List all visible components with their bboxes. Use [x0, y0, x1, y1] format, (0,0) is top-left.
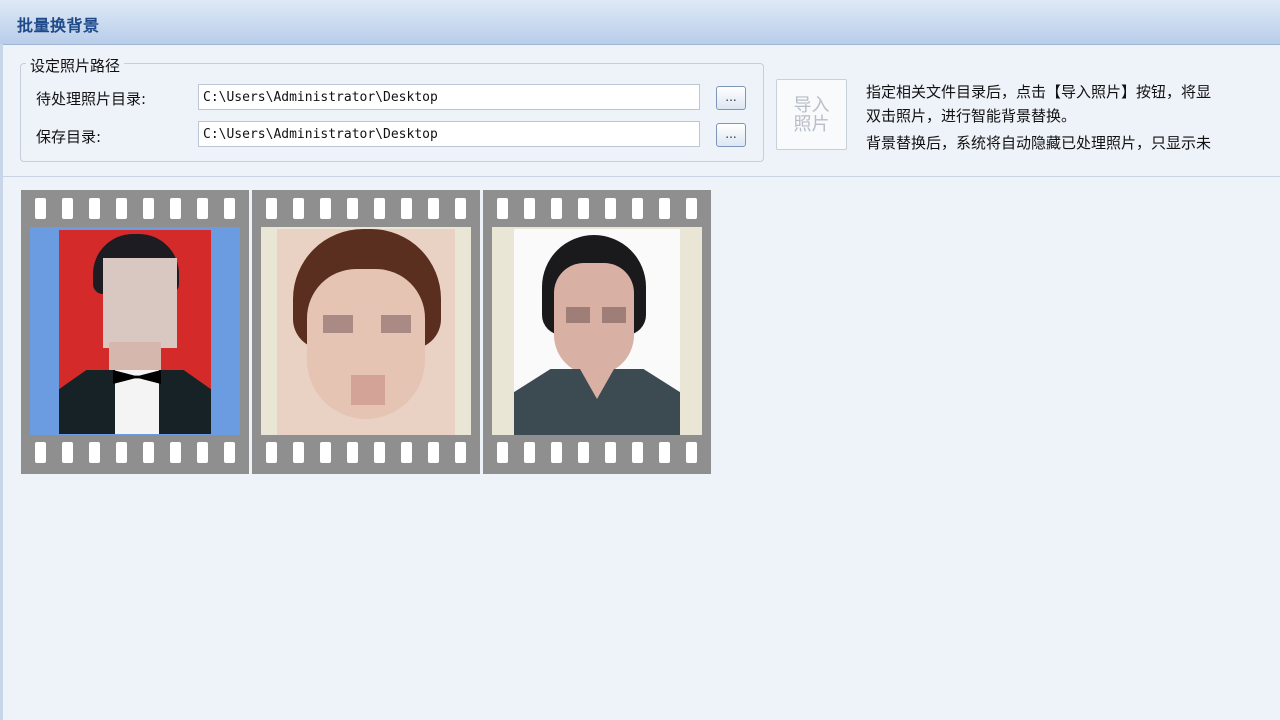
save-browse-button[interactable]: ... — [716, 123, 746, 147]
film-holes-top — [21, 198, 249, 220]
photo-thumbnail[interactable] — [21, 190, 249, 474]
portrait-photo — [514, 229, 680, 435]
import-button-line2: 照片 — [793, 113, 830, 135]
ellipsis-icon: ... — [725, 90, 737, 104]
film-holes-top — [483, 198, 711, 220]
film-holes-bottom — [21, 442, 249, 464]
photo-frame — [261, 227, 471, 435]
instruction-line-3: 背景替换后，系统将自动隐藏已处理照片，只显示未 — [866, 134, 1212, 152]
instruction-line-1: 指定相关文件目录后，点击【导入照片】按钮，将显 — [866, 83, 1212, 101]
photo-thumbnail[interactable] — [252, 190, 480, 474]
film-holes-bottom — [252, 442, 480, 464]
photo-frame — [30, 227, 240, 435]
save-dir-label: 保存目录: — [36, 128, 102, 146]
photo-thumbnail[interactable] — [483, 190, 711, 474]
portrait-photo — [277, 229, 455, 435]
title-bar: 批量换背景 — [0, 0, 1280, 45]
film-holes-top — [252, 198, 480, 220]
import-button-line1: 导入 — [793, 94, 830, 116]
import-photos-button[interactable]: 导入 照片 — [776, 79, 847, 150]
film-holes-bottom — [483, 442, 711, 464]
source-dir-label: 待处理照片目录: — [36, 90, 147, 108]
ellipsis-icon: ... — [725, 127, 737, 141]
groupbox-legend: 设定照片路径 — [26, 55, 125, 76]
window-title: 批量换背景 — [17, 16, 100, 35]
save-dir-input[interactable] — [198, 121, 700, 147]
instruction-line-2: 双击照片，进行智能背景替换。 — [866, 107, 1077, 125]
portrait-photo — [59, 230, 211, 434]
source-dir-input[interactable] — [198, 84, 700, 110]
source-browse-button[interactable]: ... — [716, 86, 746, 110]
photo-path-groupbox — [20, 63, 764, 162]
photo-frame — [492, 227, 702, 435]
